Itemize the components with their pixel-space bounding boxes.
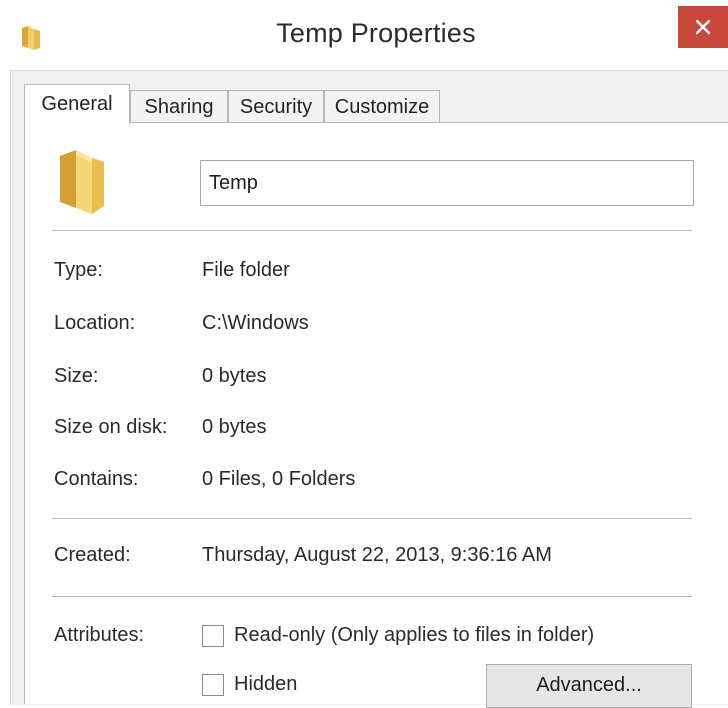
size-label: Size: — [54, 365, 99, 387]
location-label: Location: — [54, 312, 136, 334]
created-label: Created: — [54, 544, 131, 566]
advanced-button[interactable]: Advanced... — [486, 664, 692, 708]
size-value: 0 bytes — [202, 365, 267, 387]
tab-general[interactable]: General — [24, 84, 130, 124]
close-button[interactable] — [678, 6, 728, 48]
size-on-disk-value: 0 bytes — [202, 416, 267, 438]
title-bar[interactable]: Temp Properties — [0, 0, 728, 70]
hidden-checkbox[interactable] — [202, 674, 224, 696]
tab-security[interactable]: Security — [228, 90, 324, 122]
separator — [52, 230, 692, 231]
folder-name-field[interactable] — [200, 160, 694, 206]
hidden-label[interactable]: Hidden — [234, 673, 297, 696]
type-value: File folder — [202, 259, 290, 281]
contains-value: 0 Files, 0 Folders — [202, 468, 356, 490]
general-tab-panel — [24, 122, 728, 704]
size-on-disk-label: Size on disk: — [54, 416, 168, 438]
attributes-label: Attributes: — [54, 624, 145, 646]
separator — [52, 596, 692, 597]
tab-sharing[interactable]: Sharing — [130, 90, 228, 122]
folder-icon-large — [58, 148, 106, 214]
readonly-checkbox[interactable] — [202, 625, 224, 647]
contains-label: Contains: — [54, 468, 139, 490]
separator — [52, 518, 692, 519]
properties-window: Temp Properties General Sharing Security… — [0, 0, 728, 708]
readonly-label[interactable]: Read-only (Only applies to files in fold… — [234, 624, 594, 647]
created-value: Thursday, August 22, 2013, 9:36:16 AM — [202, 544, 552, 566]
location-value: C:\Windows — [202, 312, 309, 334]
close-icon — [695, 19, 711, 35]
type-label: Type: — [54, 259, 103, 281]
tab-customize[interactable]: Customize — [324, 90, 440, 122]
window-title: Temp Properties — [276, 18, 476, 48]
